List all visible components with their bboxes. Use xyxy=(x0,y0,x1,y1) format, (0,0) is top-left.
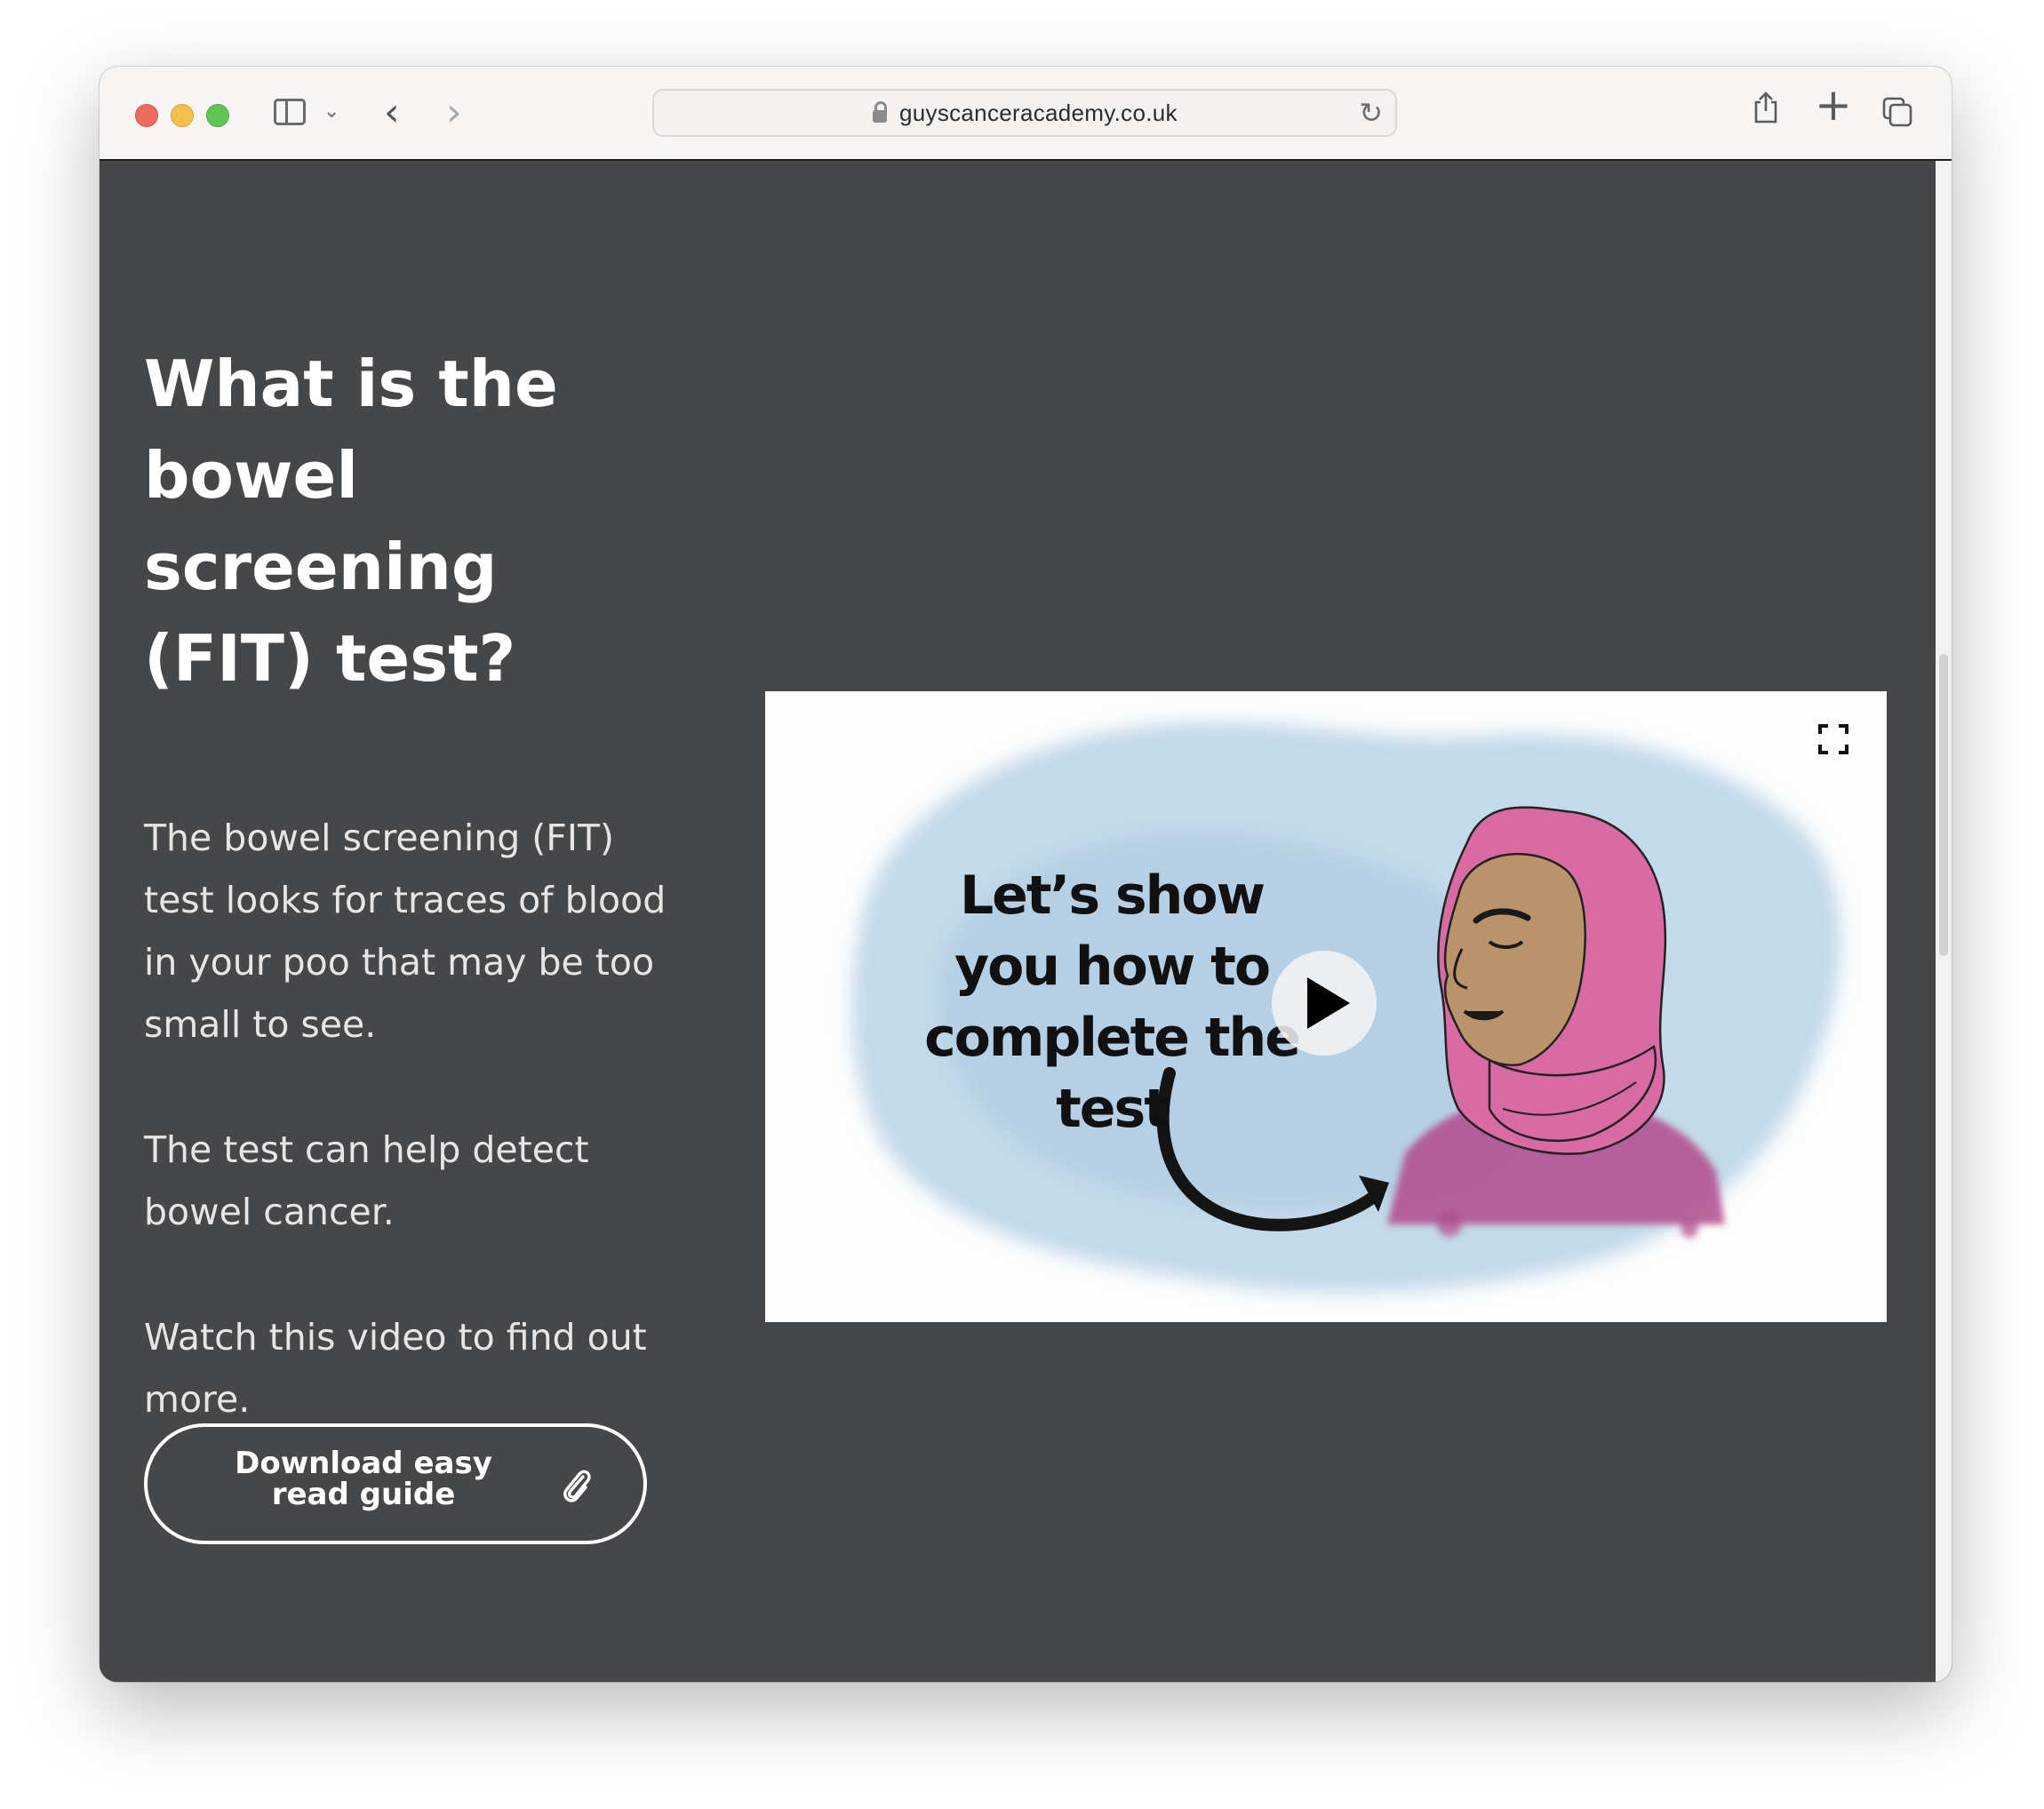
video-player[interactable]: Let’s show you how to complete the test xyxy=(765,691,1887,1322)
browser-toolbar: ⌄ ‹ › guyscanceracademy.co.uk ↻ + xyxy=(100,67,1952,161)
page-content: What is the bowel screening (FIT) test? … xyxy=(100,161,1936,1682)
close-window-button[interactable] xyxy=(135,104,158,127)
forward-icon[interactable]: › xyxy=(446,90,462,135)
detect-paragraph: The test can help detect bowel cancer. xyxy=(144,1128,589,1233)
scrollbar-thumb[interactable] xyxy=(1939,654,1948,956)
share-icon[interactable] xyxy=(1753,92,1779,124)
back-icon[interactable]: ‹ xyxy=(384,90,400,135)
page-title: What is the bowel screening (FIT) test? xyxy=(144,347,558,696)
minimize-window-button[interactable] xyxy=(171,104,194,127)
video-caption-text: Let’s show you how to complete the test xyxy=(924,865,1301,1140)
browser-window: ⌄ ‹ › guyscanceracademy.co.uk ↻ + What i… xyxy=(100,67,1952,1682)
fullscreen-icon[interactable] xyxy=(1817,723,1849,755)
intro-paragraph: The bowel screening (FIT) test looks for… xyxy=(144,817,667,1046)
tabs-overview-icon[interactable] xyxy=(1882,97,1912,127)
chevron-down-icon[interactable]: ⌄ xyxy=(323,100,339,123)
address-bar[interactable]: guyscanceracademy.co.uk ↻ xyxy=(652,89,1397,137)
maximize-window-button[interactable] xyxy=(206,104,229,127)
reload-icon[interactable]: ↻ xyxy=(1359,96,1383,130)
paperclip-icon xyxy=(563,1470,591,1502)
play-icon xyxy=(1307,977,1350,1029)
sidebar-icon[interactable] xyxy=(274,99,306,125)
lock-icon xyxy=(873,101,887,123)
watch-video-paragraph: Watch this video to find out more. xyxy=(144,1316,647,1421)
play-button[interactable] xyxy=(1272,951,1377,1056)
url-text[interactable]: guyscanceracademy.co.uk xyxy=(899,100,1178,127)
page-scrollbar[interactable] xyxy=(1936,161,1952,1682)
plus-icon[interactable]: + xyxy=(1815,83,1852,127)
download-button-label: Download easy read guide xyxy=(235,1446,492,1512)
download-easy-read-guide-button[interactable]: Download easy read guide xyxy=(144,1423,647,1544)
